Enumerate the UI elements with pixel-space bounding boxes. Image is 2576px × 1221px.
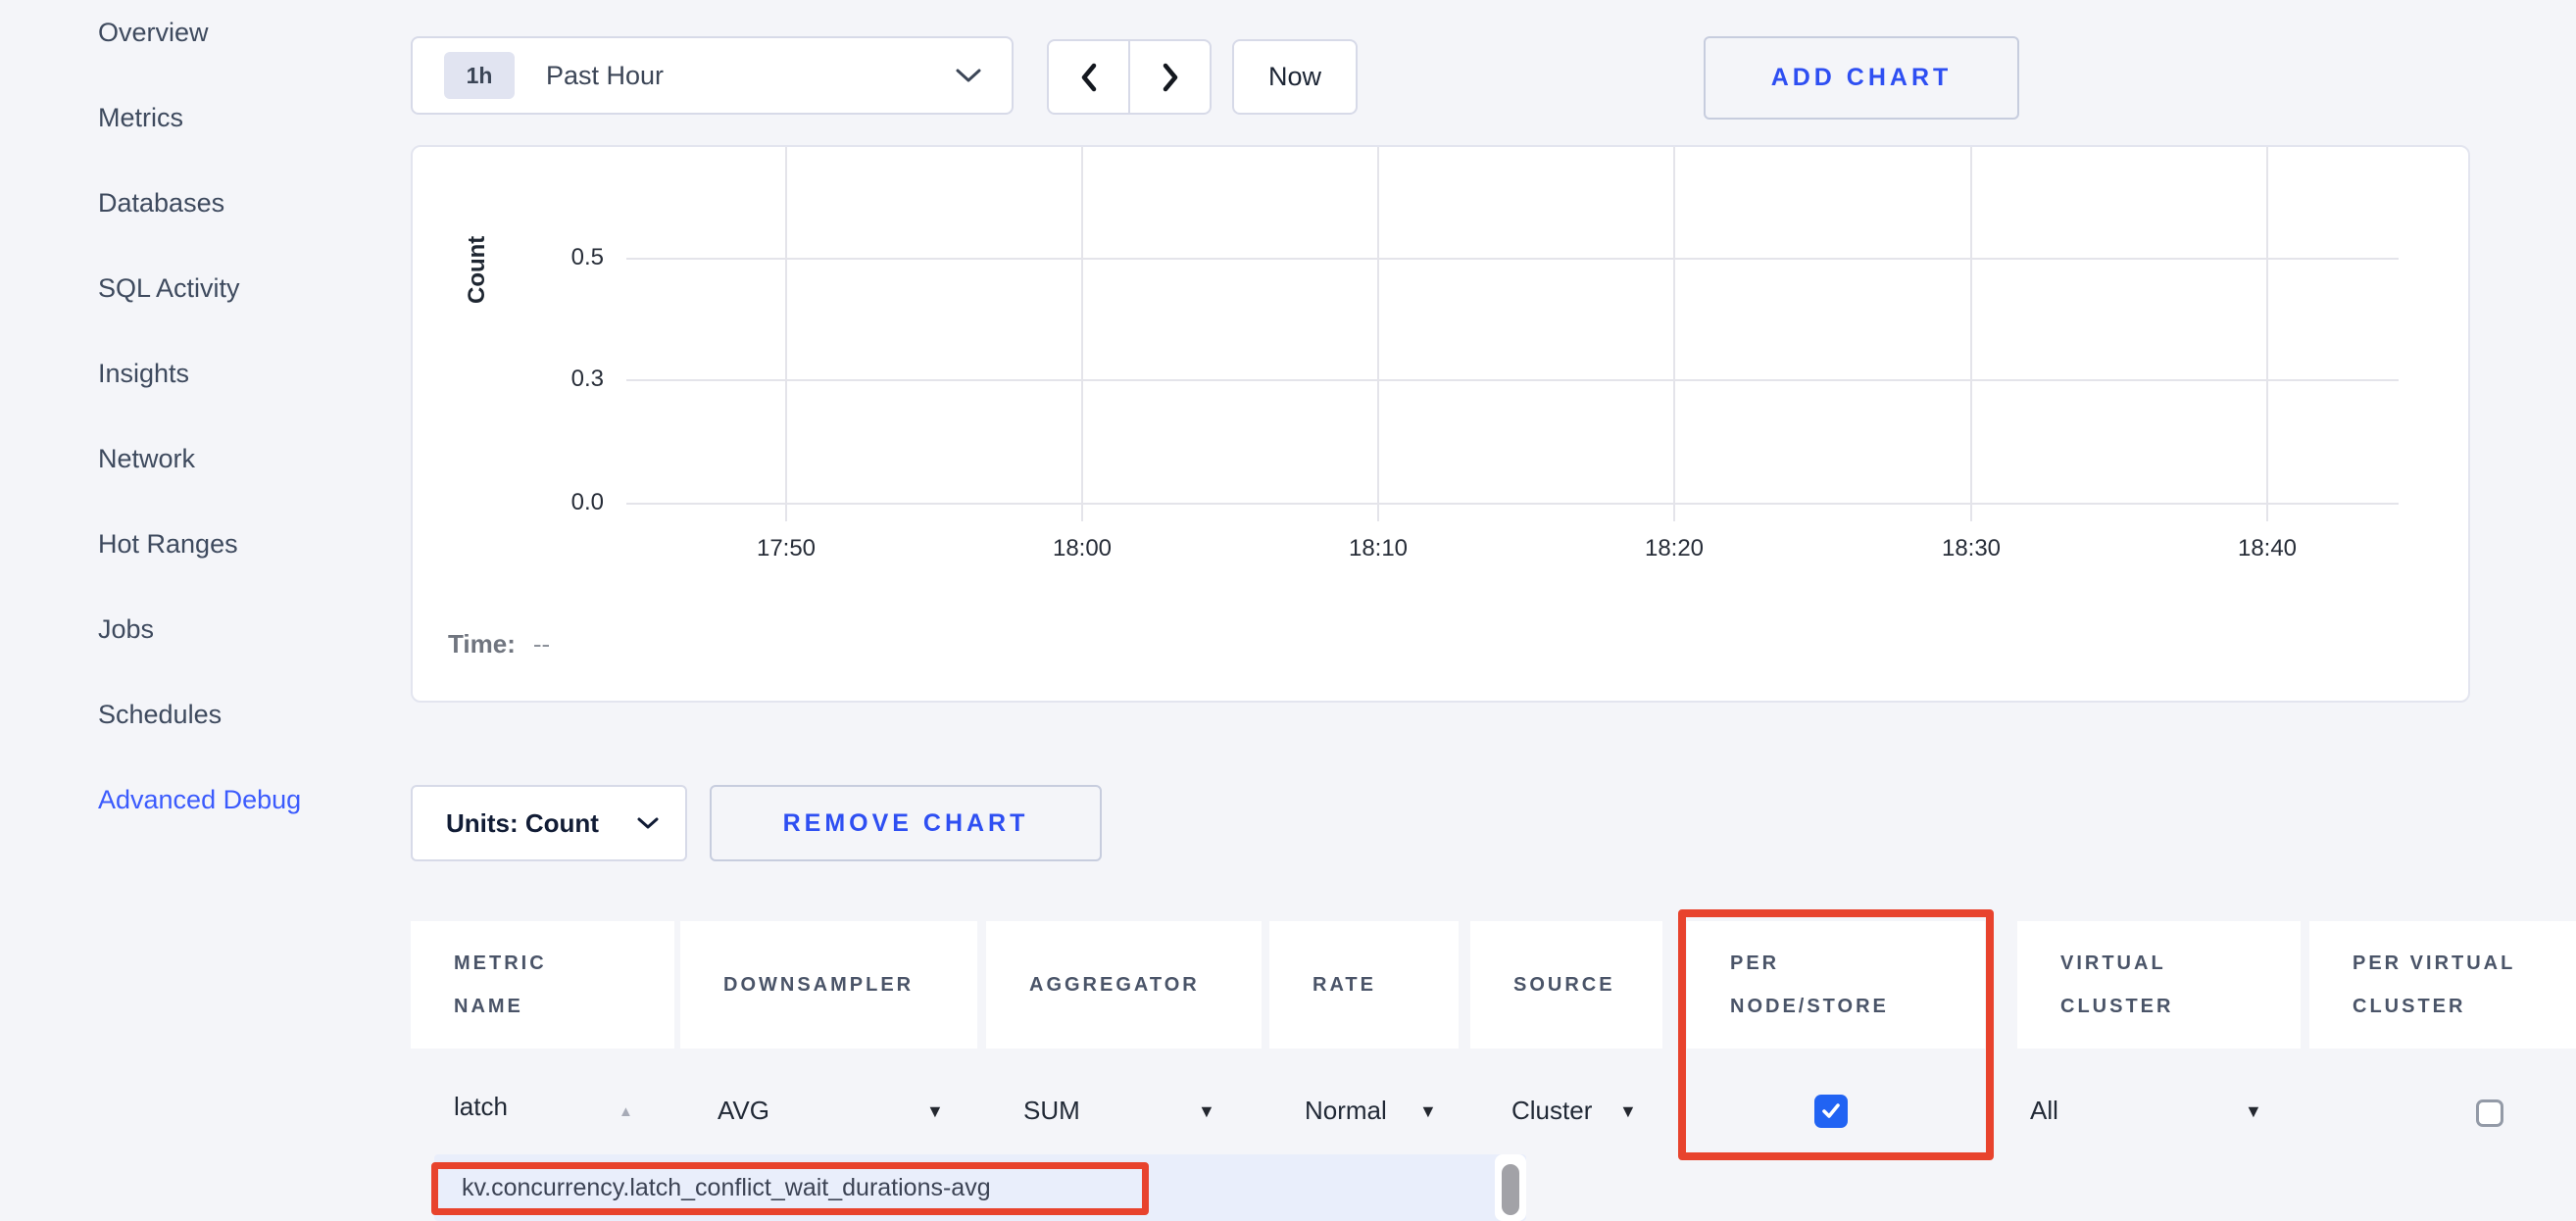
y-tick-label: 0.3 — [511, 366, 604, 393]
sidebar-item-overview[interactable]: Overview — [98, 18, 209, 48]
custom-chart-debug-page: Overview Metrics Databases SQL Activity … — [0, 0, 2576, 1221]
sidebar-item-sql-activity[interactable]: SQL Activity — [98, 273, 240, 304]
custom-chart-card: Count 0.5 0.3 0.0 17:50 18:00 18:10 18:2… — [411, 145, 2470, 703]
sidebar-item-schedules[interactable]: Schedules — [98, 700, 222, 730]
source-caret-icon[interactable]: ▼ — [1619, 1101, 1637, 1122]
metric-dropdown-open-icon[interactable]: ▲ — [619, 1103, 633, 1120]
time-readout-caption: Time: — [448, 629, 516, 659]
column-header-aggregator: AGGREGATOR — [986, 921, 1262, 1049]
gridline — [1673, 147, 1675, 521]
gridline — [1970, 147, 1972, 521]
rate-select[interactable]: Normal — [1305, 1096, 1387, 1126]
time-readout-value: -- — [533, 629, 550, 659]
aggregator-select[interactable]: SUM — [1023, 1096, 1080, 1126]
metric-name-input[interactable] — [454, 1092, 611, 1122]
sidebar-item-jobs[interactable]: Jobs — [98, 614, 154, 645]
per-node-store-checkbox[interactable] — [1814, 1095, 1848, 1128]
gridline — [626, 503, 2399, 505]
units-select-label: Units: Count — [446, 808, 599, 839]
gridline — [626, 379, 2399, 381]
dropdown-scrollbar[interactable] — [1495, 1154, 1526, 1221]
metric-suggestion-item[interactable]: kv.concurrency.latch_conflict_wait_durat… — [462, 1154, 991, 1221]
column-header-virtual-cluster: VIRTUAL CLUSTER — [2017, 921, 2301, 1049]
column-header-source: SOURCE — [1470, 921, 1662, 1049]
remove-chart-button[interactable]: REMOVE CHART — [710, 785, 1102, 861]
rate-caret-icon[interactable]: ▼ — [1419, 1101, 1437, 1122]
y-tick-label: 0.5 — [511, 244, 604, 271]
column-header-rate: RATE — [1269, 921, 1459, 1049]
dropdown-scrollbar-thumb[interactable] — [1502, 1164, 1519, 1215]
next-time-window-button[interactable] — [1128, 39, 1212, 115]
time-range-label: Past Hour — [546, 61, 664, 91]
downsampler-caret-icon[interactable]: ▼ — [926, 1101, 944, 1122]
sidebar-item-insights[interactable]: Insights — [98, 359, 189, 389]
source-select[interactable]: Cluster — [1511, 1096, 1592, 1126]
column-header-metric-name: METRIC NAME — [411, 921, 674, 1049]
gridline — [1081, 147, 1083, 521]
y-tick-label: 0.0 — [511, 489, 604, 516]
chevron-right-icon — [1158, 61, 1183, 94]
sidebar-item-advanced-debug[interactable]: Advanced Debug — [98, 785, 301, 815]
sidebar-item-databases[interactable]: Databases — [98, 188, 224, 219]
time-window-arrows — [1047, 39, 1212, 115]
add-chart-button[interactable]: ADD CHART — [1704, 36, 2019, 120]
gridline — [2266, 147, 2268, 521]
downsampler-select[interactable]: AVG — [718, 1096, 769, 1126]
hover-time-readout: Time: -- — [448, 629, 550, 659]
time-range-badge: 1h — [444, 52, 515, 99]
units-select[interactable]: Units: Count — [411, 785, 687, 861]
x-tick-label: 17:50 — [718, 535, 855, 562]
sidebar-item-metrics[interactable]: Metrics — [98, 103, 183, 133]
chevron-left-icon — [1076, 61, 1102, 94]
prev-time-window-button[interactable] — [1047, 39, 1130, 115]
sidebar-item-hot-ranges[interactable]: Hot Ranges — [98, 529, 238, 560]
virtual-cluster-caret-icon[interactable]: ▼ — [2245, 1101, 2262, 1122]
x-tick-label: 18:40 — [2199, 535, 2336, 562]
metric-suggestions-dropdown: kv.concurrency.latch_conflict_wait_durat… — [434, 1154, 1526, 1221]
x-tick-label: 18:30 — [1903, 535, 2040, 562]
sidebar-item-network[interactable]: Network — [98, 444, 195, 474]
virtual-cluster-select[interactable]: All — [2030, 1096, 2058, 1126]
chevron-down-icon — [955, 68, 982, 84]
gridline — [785, 147, 787, 521]
x-tick-label: 18:10 — [1310, 535, 1447, 562]
time-range-select[interactable]: 1h Past Hour — [411, 36, 1014, 115]
now-button[interactable]: Now — [1232, 39, 1358, 115]
gridline — [1377, 147, 1379, 521]
x-tick-label: 18:20 — [1606, 535, 1743, 562]
column-header-per-node-store: PER NODE/STORE — [1687, 921, 1985, 1049]
chevron-down-icon — [636, 816, 660, 831]
column-header-downsampler: DOWNSAMPLER — [680, 921, 977, 1049]
y-axis-label: Count — [464, 201, 497, 338]
per-virtual-cluster-checkbox[interactable] — [2476, 1099, 2503, 1127]
gridline — [626, 258, 2399, 260]
column-header-per-virtual-cluster: PER VIRTUAL CLUSTER — [2309, 921, 2576, 1049]
aggregator-caret-icon[interactable]: ▼ — [1198, 1101, 1215, 1122]
x-tick-label: 18:00 — [1014, 535, 1151, 562]
